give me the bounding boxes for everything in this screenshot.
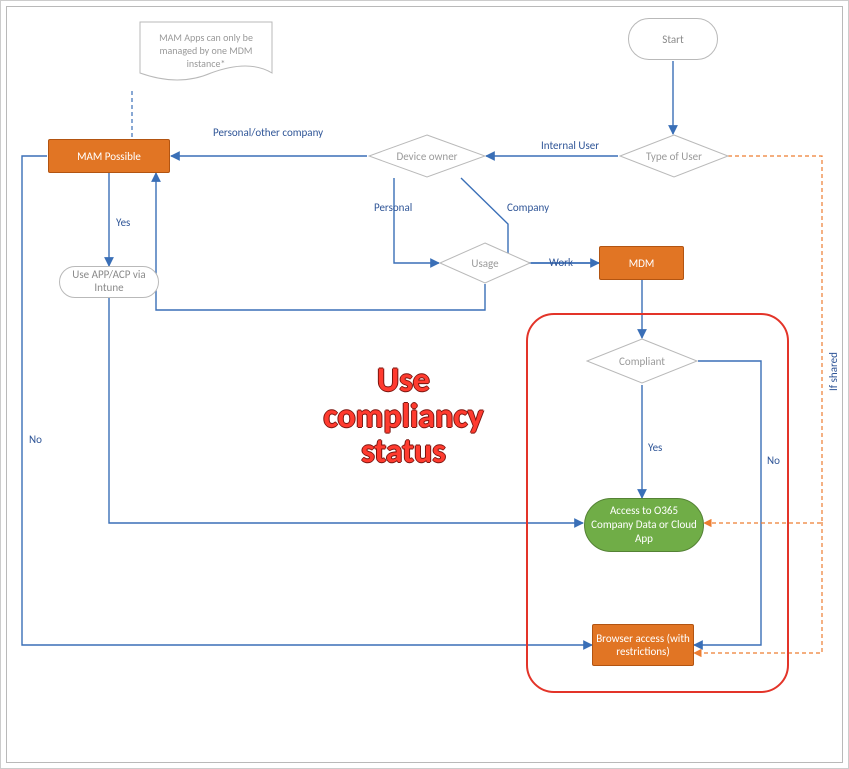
- usage-label: Usage: [471, 257, 498, 270]
- node-type-of-user: Type of User: [619, 134, 729, 178]
- node-access-o365: Access to O365 Company Data or Cloud App: [584, 498, 704, 552]
- node-mdm: MDM: [599, 246, 684, 280]
- edge-internal-user: Internal User: [541, 139, 599, 152]
- node-mam-possible: MAM Possible: [48, 139, 170, 173]
- node-compliant: Compliant: [586, 338, 698, 384]
- edge-no-compliant: No: [767, 454, 780, 467]
- edge-personal-other: Personal/other company: [213, 126, 323, 139]
- node-browser-access: Browser access (with restrictions): [592, 624, 694, 666]
- browser-access-label: Browser access (with restrictions): [593, 632, 693, 658]
- note-text: MAM Apps can only be managed by one MDM …: [147, 31, 265, 70]
- edge-yes-compliant: Yes: [648, 441, 662, 454]
- type-of-user-label: Type of User: [646, 150, 702, 163]
- node-start: Start: [628, 18, 718, 60]
- callout-text: Use compliancy status: [296, 363, 511, 470]
- start-label: Start: [662, 33, 683, 46]
- device-owner-label: Device owner: [397, 150, 458, 163]
- edge-yes-mam: Yes: [116, 216, 130, 229]
- edge-work: Work: [549, 256, 573, 269]
- access-o365-label: Access to O365 Company Data or Cloud App: [591, 504, 697, 545]
- mdm-label: MDM: [629, 257, 655, 270]
- node-device-owner: Device owner: [368, 134, 486, 178]
- note-mam-mdm: MAM Apps can only be managed by one MDM …: [139, 21, 273, 87]
- edge-if-shared: If shared: [827, 352, 840, 391]
- node-use-app-acp: Use APP/ACP via Intune: [59, 266, 159, 298]
- edge-personal: Personal: [374, 201, 412, 214]
- edge-no-mam: No: [29, 433, 42, 446]
- compliant-label: Compliant: [619, 355, 665, 368]
- edge-company: Company: [507, 201, 549, 214]
- mam-possible-label: MAM Possible: [77, 150, 141, 163]
- diagram-canvas: MAM Apps can only be managed by one MDM …: [0, 0, 849, 769]
- node-usage: Usage: [439, 242, 531, 284]
- use-app-acp-label: Use APP/ACP via Intune: [60, 269, 158, 294]
